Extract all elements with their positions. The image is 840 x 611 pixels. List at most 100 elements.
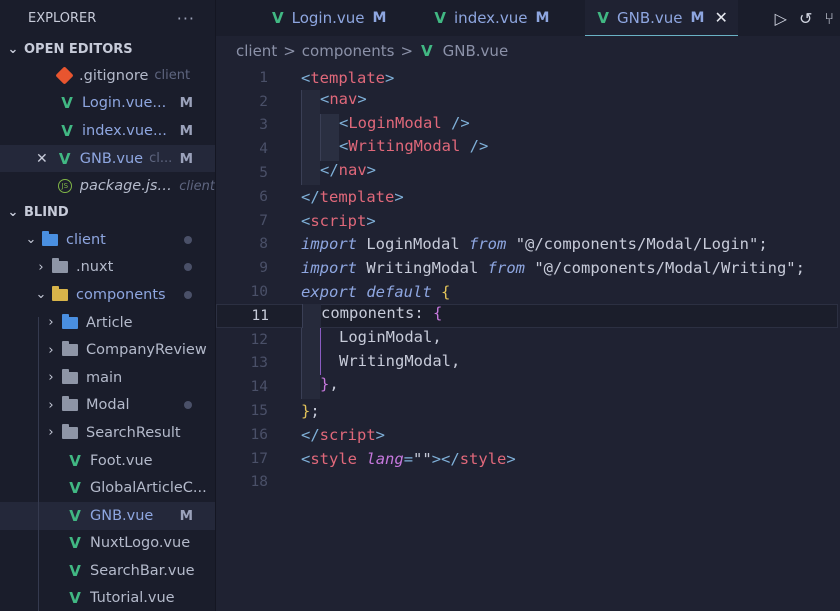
vue-file-icon: V: [597, 8, 609, 27]
more-actions-icon[interactable]: ···: [177, 9, 195, 28]
vue-file-icon: V: [61, 121, 73, 140]
code-line: 12 LoginModal,: [216, 327, 840, 352]
code-token: script: [310, 211, 367, 230]
tree-item-searchbar[interactable]: V SearchBar.vue: [0, 557, 215, 585]
code-line: 10 export default {: [216, 280, 840, 304]
modified-badge: M: [179, 150, 193, 167]
explorer-title: EXPLORER: [28, 10, 97, 26]
folder-open-icon: [52, 285, 68, 301]
modified-badge: M: [372, 10, 387, 26]
line-number: 2: [259, 93, 268, 110]
code-token: "": [413, 449, 432, 468]
file-folder: client: [179, 178, 215, 194]
line-number: 13: [250, 355, 268, 372]
vue-file-icon: V: [272, 9, 284, 27]
line-number: 9: [259, 260, 268, 277]
code-line-current: 11 components: {: [216, 303, 838, 328]
tree-item-components[interactable]: ⌄ components: [0, 281, 215, 309]
tree-item-nuxtlogo[interactable]: V NuxtLogo.vue: [0, 530, 215, 558]
code-line: 1 <template>: [216, 66, 840, 90]
change-dot: [184, 290, 192, 299]
code-line: 13 WritingModal,: [216, 351, 840, 376]
project-section[interactable]: ⌄ BLIND: [0, 200, 215, 226]
tree-item-article[interactable]: › Article: [0, 309, 215, 337]
tree-item-modal[interactable]: › Modal: [0, 392, 215, 420]
tree-label: Foot.vue: [90, 452, 153, 469]
chevron-down-icon: ⌄: [7, 41, 19, 57]
code-editor[interactable]: 1 <template> 2 <nav> 3 <LoginModal /> 4 <Wri…: [216, 66, 840, 611]
code-line: 6 </template>: [216, 185, 840, 209]
close-icon[interactable]: ✕: [36, 151, 48, 167]
chevron-right-icon: ›: [48, 397, 54, 413]
tree-item-globalarticle[interactable]: V GlobalArticleC...: [0, 474, 215, 502]
tree-label: Tutorial.vue: [90, 590, 175, 607]
tab-gnb[interactable]: V GNB.vue M ✕: [585, 0, 738, 36]
vue-file-icon: V: [69, 506, 81, 525]
folder-open-icon: [42, 230, 58, 246]
code-token: "@/components/Modal/Writing": [534, 259, 796, 278]
tree-item-companyreview[interactable]: › CompanyReview: [0, 336, 215, 364]
chevron-right-icon: ›: [48, 315, 54, 331]
line-number: 1: [259, 69, 268, 86]
tree-item-main[interactable]: › main: [0, 364, 215, 392]
code-token: style: [310, 449, 358, 468]
change-dot: [184, 263, 192, 272]
code-line: 18: [216, 471, 840, 495]
code-token: "@/components/Modal/Login": [515, 235, 759, 254]
tree-item-searchresult[interactable]: › SearchResult: [0, 419, 215, 447]
nodejs-icon: JS: [58, 179, 72, 194]
modified-badge: M: [179, 122, 193, 139]
tree-indent-guide: [38, 317, 39, 611]
tab-login[interactable]: V Login.vue M: [216, 0, 400, 36]
breadcrumb-separator: >: [400, 42, 414, 60]
file-label: package.json: [79, 178, 174, 195]
open-editors-title: OPEN EDITORS: [24, 41, 133, 57]
chevron-right-icon: ›: [48, 425, 54, 441]
tree-item-nuxt[interactable]: › .nuxt: [0, 254, 215, 282]
breadcrumb-item[interactable]: client: [236, 42, 277, 60]
change-dot: [184, 401, 192, 410]
open-editor-package[interactable]: JS package.json client: [0, 172, 215, 200]
breadcrumb-separator: >: [283, 42, 296, 60]
line-number: 3: [259, 117, 268, 134]
code-line: 16 </script>: [216, 423, 840, 447]
breadcrumb-item[interactable]: components: [302, 42, 395, 60]
tree-item-gnb[interactable]: V GNB.vue M: [0, 501, 215, 530]
open-editor-gnb[interactable]: ✕ V GNB.vue cl... M: [0, 144, 215, 173]
code-token: WritingModal,: [339, 351, 461, 370]
open-editor-login[interactable]: V Login.vue... M: [0, 90, 215, 118]
line-number: 14: [250, 379, 268, 396]
code-token: LoginModal: [366, 235, 460, 254]
code-line: 5 </nav>: [216, 161, 840, 185]
code-token: WritingModal: [366, 259, 479, 278]
modified-badge: M: [179, 95, 193, 112]
folder-icon: [62, 396, 78, 412]
tree-label: NuxtLogo.vue: [90, 535, 191, 552]
git-icon: [55, 66, 74, 85]
timeline-icon[interactable]: ↺: [799, 9, 812, 28]
line-number: 16: [250, 426, 268, 443]
tree-item-tutorial[interactable]: V Tutorial.vue: [0, 585, 215, 611]
run-icon[interactable]: ▷: [775, 9, 787, 28]
file-label: Login.vue...: [82, 95, 167, 112]
code-token: import: [301, 235, 357, 254]
open-editors-section[interactable]: ⌄ OPEN EDITORS: [0, 36, 215, 62]
code-token: nav: [338, 161, 367, 180]
folder-icon: [62, 341, 78, 357]
open-editor-gitignore[interactable]: .gitignore client: [0, 62, 215, 90]
code-token: template: [310, 68, 385, 87]
tree-label: GNB.vue: [90, 507, 154, 524]
close-tab-icon[interactable]: ✕: [714, 8, 727, 27]
breadcrumb-item[interactable]: GNB.vue: [443, 42, 509, 60]
tree-label: client: [66, 231, 106, 248]
tab-index[interactable]: V index.vue M: [400, 0, 563, 36]
open-editor-index[interactable]: V index.vue... M: [0, 117, 215, 145]
tree-item-client[interactable]: ⌄ client: [0, 226, 215, 254]
source-control-icon[interactable]: ⑂: [824, 9, 834, 28]
tree-item-foot[interactable]: V Foot.vue: [0, 447, 215, 475]
tree-label: .nuxt: [76, 259, 114, 276]
line-number: 10: [250, 284, 268, 301]
file-label: index.vue...: [82, 122, 167, 139]
code-token: WritingModal: [348, 137, 461, 156]
code-line: 7 <script>: [216, 209, 840, 233]
